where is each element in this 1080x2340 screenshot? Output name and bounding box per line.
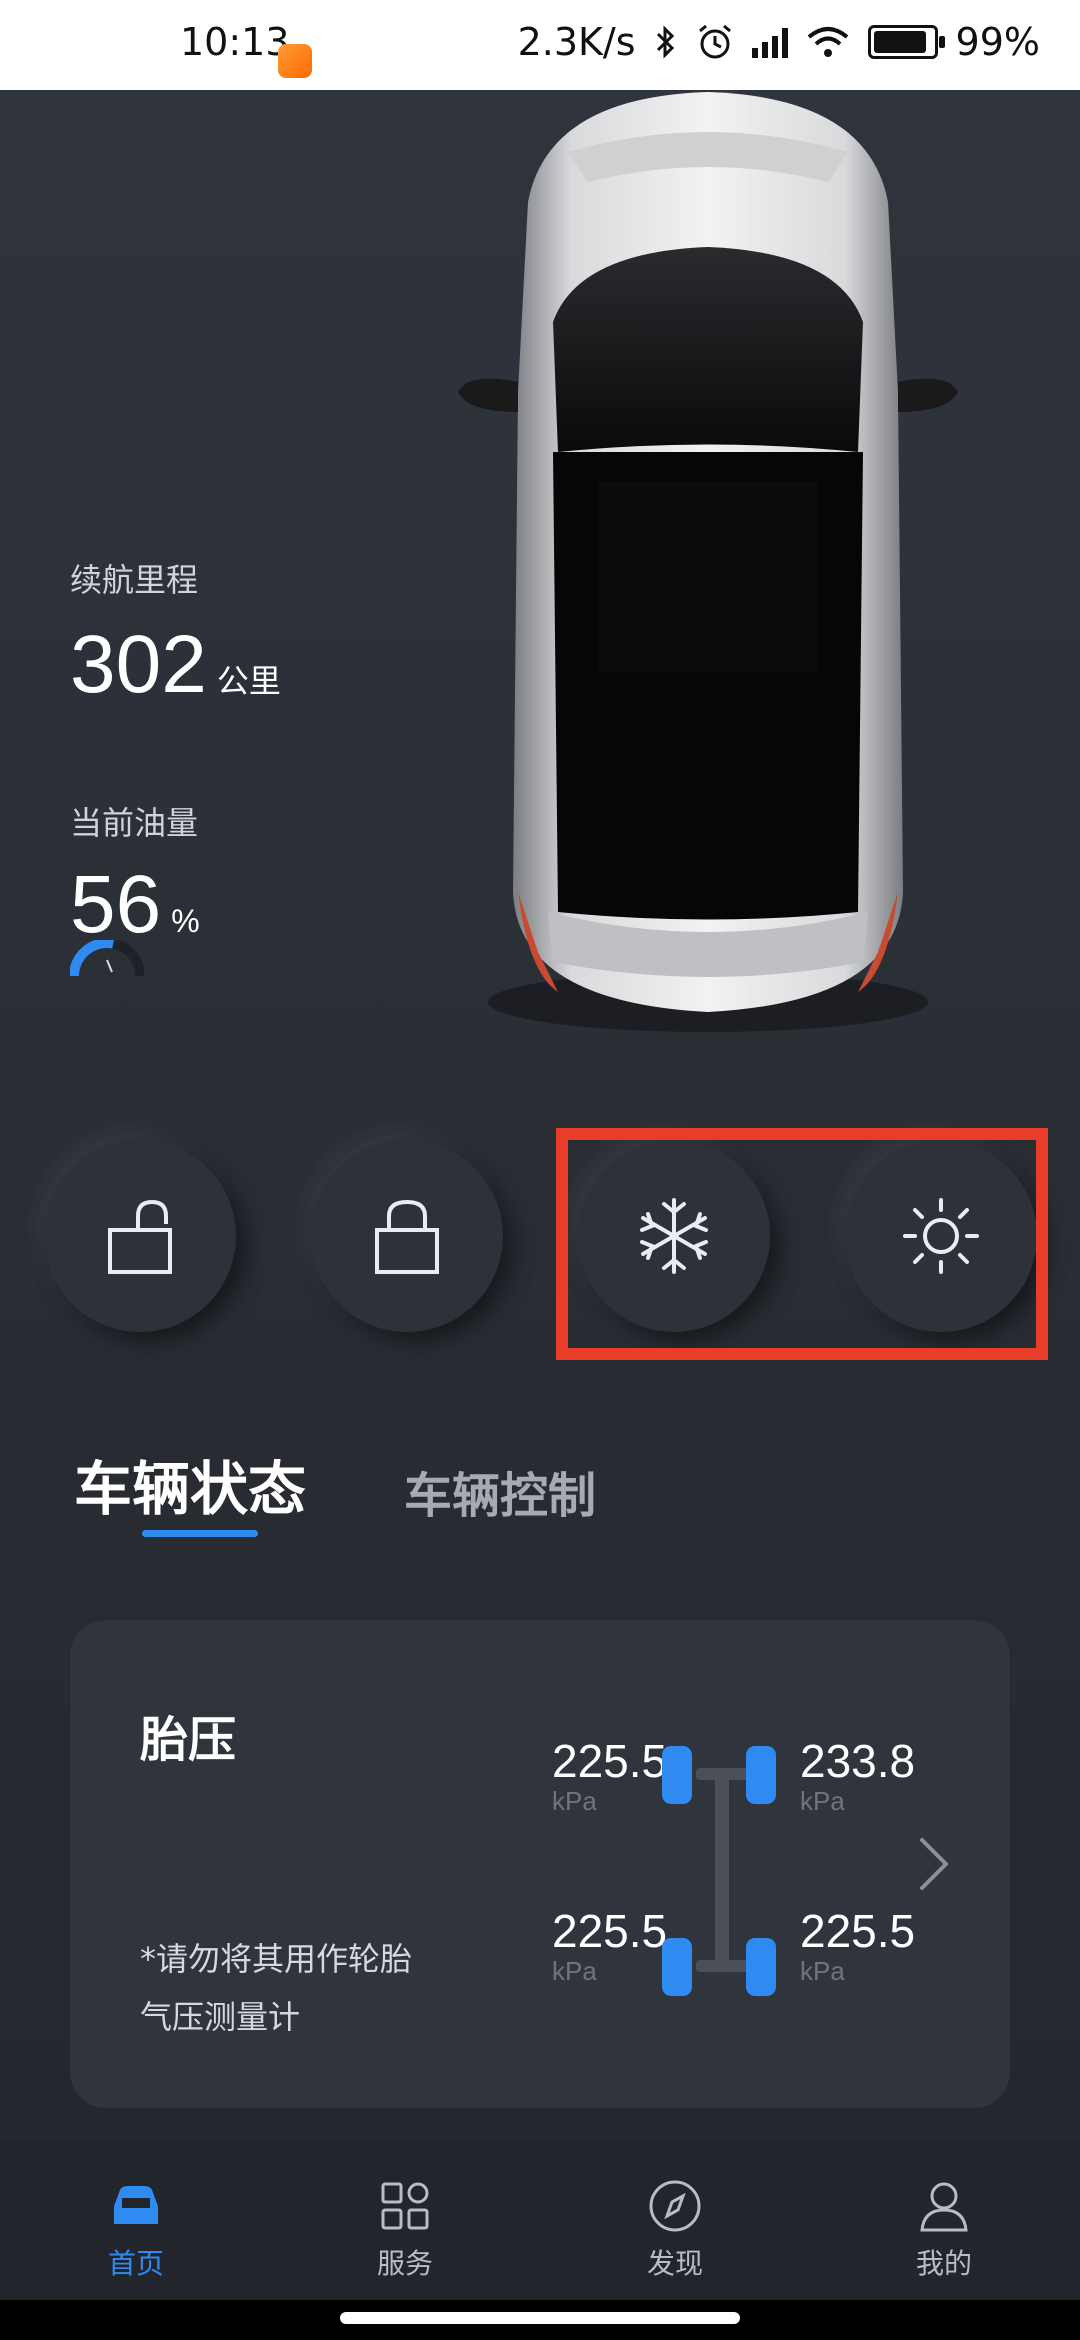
tab-active-indicator — [142, 1530, 258, 1537]
car-top-view-image — [458, 92, 958, 1032]
status-right: 2.3K/s 99% — [518, 20, 1040, 64]
nav-service[interactable]: 服务 — [335, 2176, 475, 2282]
rear-axle — [696, 1960, 748, 1972]
bottom-navigation: 首页 服务 发现 我的 — [0, 2140, 1080, 2300]
cellular-signal-icon — [751, 26, 788, 58]
nav-service-label: 服务 — [376, 2247, 433, 2280]
app-notification-icon — [278, 44, 312, 78]
battery-icon — [867, 25, 945, 59]
range-number: 302 — [70, 619, 207, 710]
fuel-label: 当前油量 — [70, 804, 199, 842]
fuel-gauge-icon — [70, 940, 144, 977]
nav-mine[interactable]: 我的 — [874, 2176, 1014, 2282]
tab-vehicle-status[interactable]: 车辆状态 — [74, 1442, 306, 1526]
chevron-right-icon[interactable] — [908, 1834, 958, 1894]
range-value: 302 公里 — [70, 618, 281, 712]
highlight-box — [556, 1128, 1048, 1360]
lock-icon — [375, 1199, 439, 1274]
car-icon — [114, 2186, 158, 2224]
rear-right-pressure: 225.5 kPa — [800, 1906, 915, 1986]
nav-home-label: 首页 — [107, 2247, 164, 2280]
rear-right-unit: kPa — [800, 1956, 845, 1986]
wifi-icon — [807, 27, 848, 57]
fuel-unit: % — [171, 903, 200, 939]
range-unit: 公里 — [216, 663, 281, 699]
tab-vehicle-control[interactable]: 车辆控制 — [404, 1456, 596, 1526]
front-right-unit: kPa — [800, 1786, 845, 1816]
front-right-tire-icon — [746, 1746, 776, 1804]
fuel-number: 56 — [70, 859, 162, 950]
range-label: 续航里程 — [70, 561, 199, 599]
unlock-icon — [108, 1199, 172, 1274]
battery-percent: 99% — [955, 20, 1040, 64]
chassis-axle — [715, 1774, 729, 1972]
lock-button[interactable] — [311, 1140, 503, 1332]
front-left-unit: kPa — [552, 1786, 597, 1816]
front-right-pressure: 233.8 kPa — [800, 1736, 915, 1816]
front-left-value: 225.5 — [552, 1735, 668, 1787]
status-time: 10:13 — [180, 20, 290, 64]
tire-card-note: *请勿将其用作轮胎气压测量计 — [140, 1940, 413, 2036]
rear-right-tire-icon — [746, 1938, 776, 1996]
front-left-tire-icon — [662, 1746, 692, 1804]
nav-mine-label: 我的 — [915, 2247, 972, 2280]
tire-card-title: 胎压 — [140, 1712, 237, 1768]
front-left-pressure: 225.5 kPa — [552, 1736, 667, 1816]
rear-left-tire-icon — [662, 1938, 692, 1996]
front-axle — [696, 1768, 748, 1780]
rear-left-value: 225.5 — [552, 1905, 668, 1957]
tire-pressure-card[interactable]: 胎压 *请勿将其用作轮胎气压测量计 225.5 kPa 233.8 kPa 22… — [70, 1620, 1010, 2108]
fuel-value: 56% — [70, 858, 200, 952]
nav-discover[interactable]: 发现 — [605, 2176, 745, 2282]
home-indicator[interactable] — [340, 2312, 740, 2324]
rear-left-pressure: 225.5 kPa — [552, 1906, 667, 1986]
front-right-value: 233.8 — [800, 1735, 916, 1787]
bluetooth-icon — [656, 25, 674, 59]
rear-left-unit: kPa — [552, 1956, 597, 1986]
compass-icon — [649, 2180, 701, 2232]
nav-home[interactable]: 首页 — [66, 2176, 206, 2282]
unlock-button[interactable] — [44, 1140, 236, 1332]
nav-discover-label: 发现 — [646, 2247, 703, 2280]
network-speed: 2.3K/s — [517, 20, 636, 64]
grid-icon — [381, 2182, 429, 2230]
alarm-icon — [698, 24, 731, 59]
rear-right-value: 225.5 — [800, 1905, 916, 1957]
person-icon — [920, 2182, 968, 2232]
status-bar: 10:13 2.3K/s 99% — [0, 0, 1080, 90]
